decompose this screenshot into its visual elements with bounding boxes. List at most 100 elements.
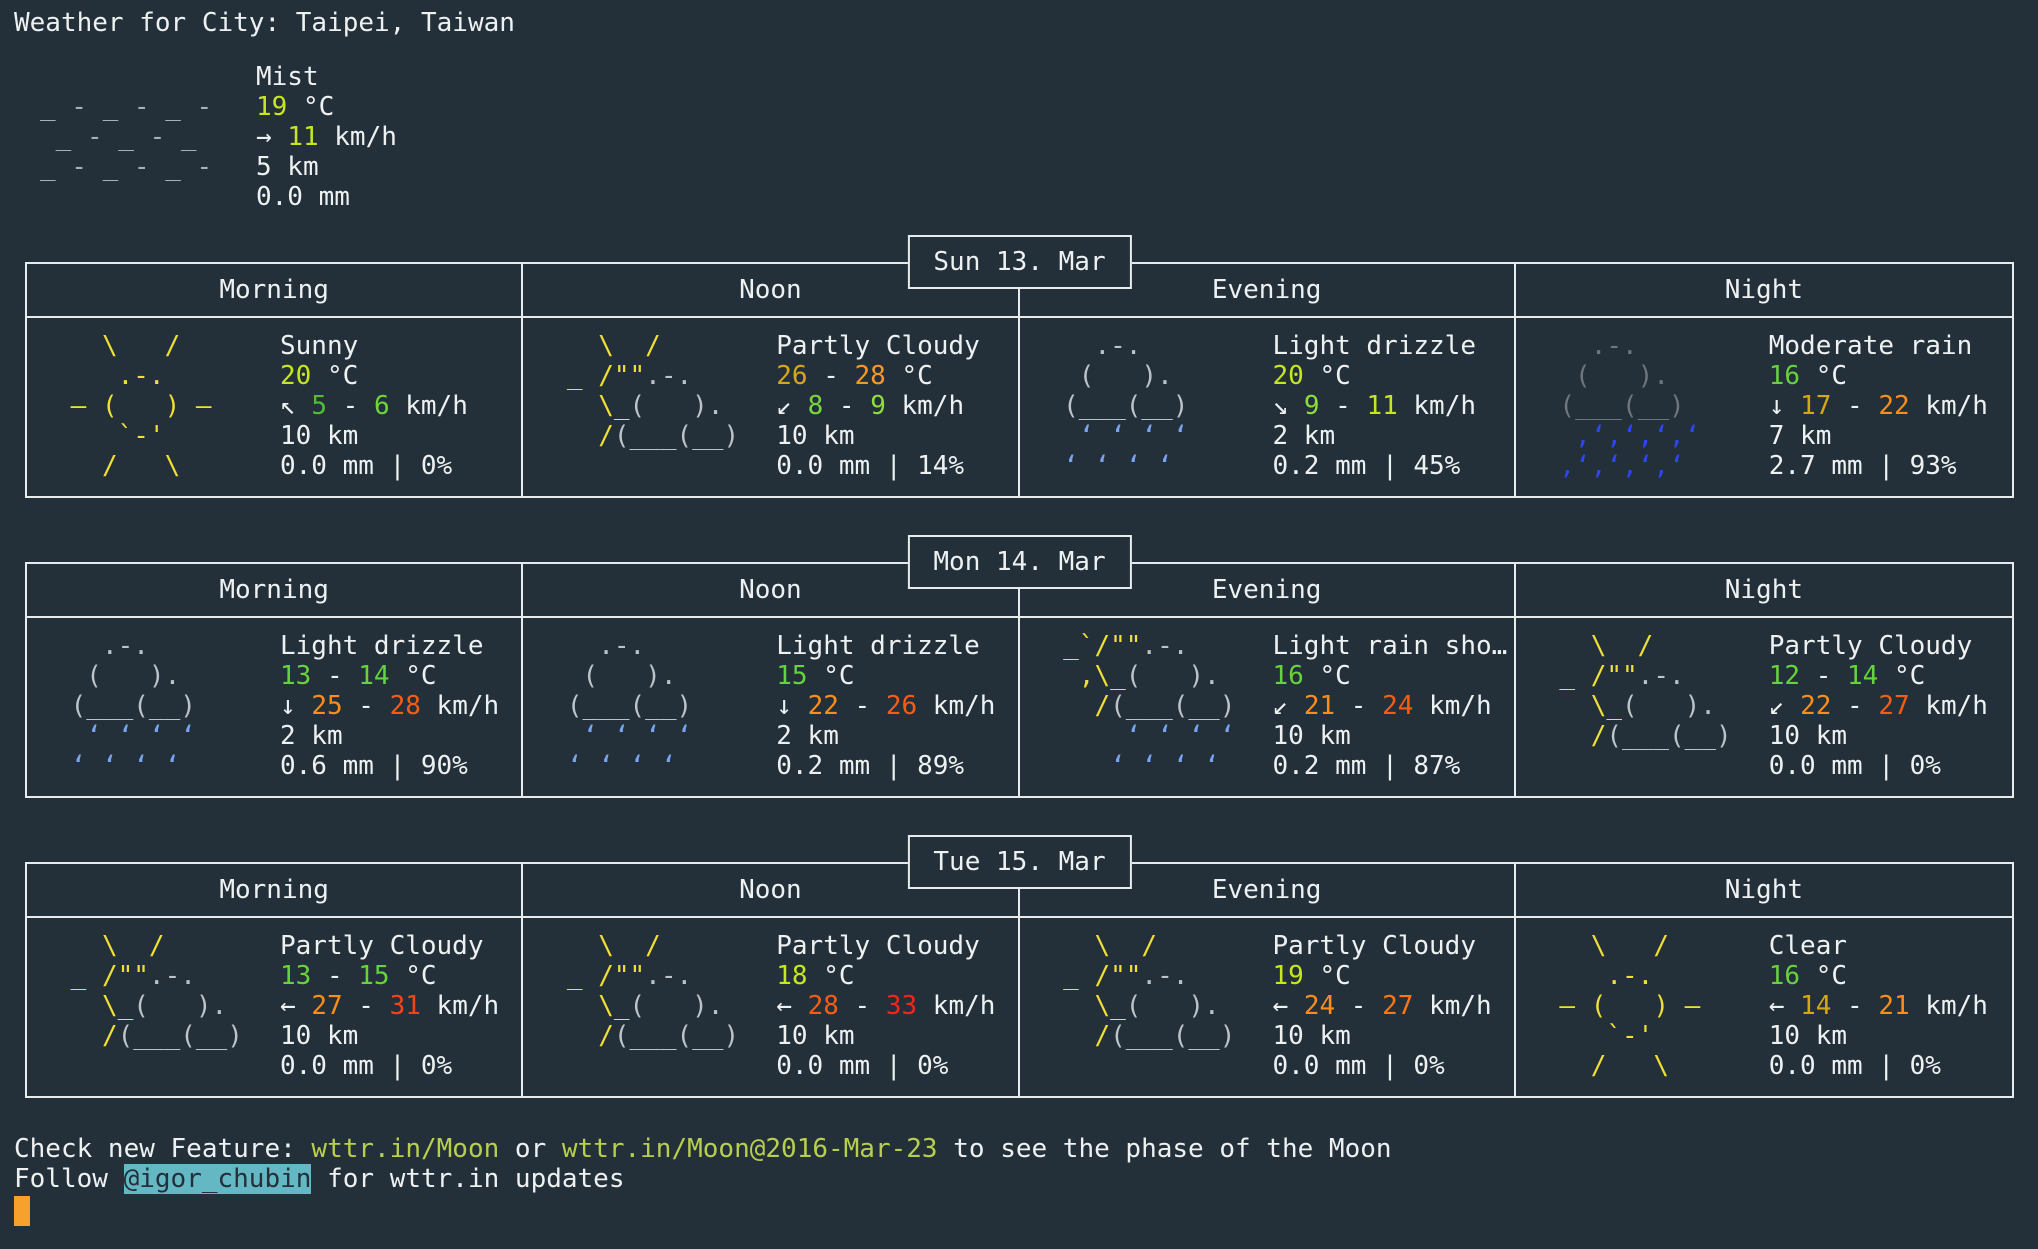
value: 6 [373, 391, 390, 421]
value: 22 [1878, 391, 1910, 421]
visibility: 10 km [776, 421, 855, 451]
value: 15 [776, 661, 808, 691]
current-conditions: _ - _ - _ - _ - _ - _ _ - _ - _ - Mist 19… [40, 62, 2038, 212]
value: 11 [1366, 391, 1398, 421]
twitter-handle[interactable]: @igor_chubin [123, 1164, 312, 1194]
temperature: 19 °C [256, 92, 335, 122]
precipitation: 0.0 mm | 14% [776, 451, 965, 481]
moon-date-link[interactable]: wttr.in/Moon@2016-Mar-23 [562, 1134, 938, 1164]
value: 20 [280, 361, 312, 391]
wind: ← 28 - 33 km/h [776, 991, 996, 1021]
wind: ↙ 21 - 24 km/h [1272, 691, 1492, 721]
value: 27 [311, 991, 343, 1021]
precipitation: 0.0 mm | 0% [280, 1051, 453, 1081]
value: 26 [776, 361, 808, 391]
forecast-table: Morning Noon Evening Night \ / _ /"".-. … [25, 862, 2014, 1098]
weather-cell: \ / _ /"".-. \_( ). /(___(__) Partly Clo… [523, 318, 1020, 496]
column-header-morning: Morning [27, 864, 524, 918]
column-header-night: Night [1515, 864, 2012, 918]
value: 8 [807, 391, 824, 421]
day-header: Tue 15. Mar [907, 835, 1132, 889]
light-rain-shower-icon: _`/"".-. ,\_( ). /(___(__) ‘ ‘ ‘ ‘ ‘ ‘ ‘… [1047, 631, 1236, 781]
value: 15 [358, 961, 390, 991]
wttr-terminal: Weather for City: Taipei, Taiwan _ - _ -… [0, 0, 2038, 1249]
wind: ↓ 22 - 26 km/h [776, 691, 996, 721]
visibility: 7 km [1768, 421, 1832, 451]
weather-cell: .-. ( ). (___(__) ‘ ‘ ‘ ‘ ‘ ‘ ‘ ‘ Light d… [1020, 318, 1516, 496]
condition-label: Mist [256, 62, 319, 92]
value: 27 [1878, 691, 1910, 721]
day-section-mon: Mon 14. Mar Morning Noon Evening Night .… [25, 535, 2014, 798]
visibility: 10 km [1272, 721, 1351, 751]
wind: ↙ 8 - 9 km/h [776, 391, 965, 421]
moon-link[interactable]: wttr.in/Moon [311, 1134, 499, 1164]
precipitation: 0.0 mm | 0% [1768, 1051, 1941, 1081]
weather-cell: \ / .-. ― ( ) ― `-' / \ Sunny 20 °C ↖ 5 - 6… [27, 318, 524, 496]
value: 24 [1382, 691, 1414, 721]
day-label: Tue 15. Mar [933, 847, 1106, 877]
light-drizzle-icon: .-. ( ). (___(__) ‘ ‘ ‘ ‘ ‘ ‘ ‘ ‘ [55, 631, 196, 781]
mist-icon: _ - _ - _ - _ - _ - _ _ - _ - _ - [40, 92, 228, 182]
day-section-tue: Tue 15. Mar Morning Noon Evening Night \… [25, 835, 2014, 1098]
temperature: 16 °C [1768, 961, 1848, 991]
value: 9 [870, 391, 886, 421]
value: 31 [389, 991, 421, 1021]
wind: ← 24 - 27 km/h [1272, 991, 1492, 1021]
condition-label: Light drizzle [280, 631, 484, 661]
weather-cell: .-. ( ). (___(__) ‚‘‚‘‚‘‚‘ ‚‘‚‘‚‘‚‘ Moder… [1516, 318, 2012, 496]
weather-cell: .-. ( ). (___(__) ‘ ‘ ‘ ‘ ‘ ‘ ‘ ‘ Light d… [523, 618, 1020, 796]
day-label: Mon 14. Mar [933, 547, 1106, 577]
value: 5 [311, 391, 327, 421]
footer-text: Follow [14, 1164, 124, 1194]
footer-text: Check new Feature: [14, 1134, 312, 1164]
column-header-morning: Morning [27, 564, 524, 618]
value: 13 [280, 961, 312, 991]
value: 33 [885, 991, 918, 1021]
temperature: 18 °C [776, 961, 855, 991]
light-drizzle-icon: .-. ( ). (___(__) ‘ ‘ ‘ ‘ ‘ ‘ ‘ ‘ [1047, 331, 1189, 481]
condition-label: Partly Cloudy [1768, 631, 1973, 661]
precipitation: 0.2 mm | 89% [776, 751, 965, 781]
precipitation: 0.0 mm | 0% [280, 451, 453, 481]
wind: ↘ 9 - 11 km/h [1272, 391, 1477, 421]
day-label: Sun 13. Mar [933, 247, 1106, 277]
terminal-cursor [14, 1196, 30, 1226]
visibility: 10 km [1768, 1021, 1848, 1051]
precipitation: 0.0 mm | 0% [1768, 751, 1941, 781]
footer: Check new Feature: wttr.in/Moon or wttr.… [14, 1134, 2038, 1194]
temperature: 20 °C [1272, 361, 1351, 391]
value: 12 [1768, 661, 1801, 691]
weather-cell: .-. ( ). (___(__) ‘ ‘ ‘ ‘ ‘ ‘ ‘ ‘ Light d… [27, 618, 524, 796]
visibility: 10 km [280, 421, 359, 451]
visibility: 2 km [280, 721, 343, 751]
day-section-sun: Sun 13. Mar Morning Noon Evening Night \… [25, 235, 2014, 498]
condition-label: Light drizzle [776, 631, 980, 661]
wind: ↓ 25 - 28 km/h [280, 691, 500, 721]
light-drizzle-icon: .-. ( ). (___(__) ‘ ‘ ‘ ‘ ‘ ‘ ‘ ‘ [551, 631, 693, 781]
visibility: 5 km [256, 152, 319, 182]
page-title: Weather for City: Taipei, Taiwan [14, 8, 515, 38]
temperature: 12 - 14 °C [1768, 661, 1926, 691]
value: 26 [885, 691, 918, 721]
partly-cloudy-icon: \ / _ /"".-. \_( ). /(___(__) [551, 331, 740, 451]
visibility: 10 km [776, 1021, 855, 1051]
value: 20 [1272, 361, 1304, 391]
value: 14 [358, 661, 390, 691]
value: 21 [1303, 691, 1336, 721]
value: 14 [1800, 991, 1832, 1021]
value: 19 [256, 92, 288, 122]
value: 11 [287, 122, 319, 152]
temperature: 13 - 15 °C [280, 961, 437, 991]
partly-cloudy-icon: \ / _ /"".-. \_( ). /(___(__) [1543, 631, 1732, 751]
current-readout: Mist 19 °C → 11 km/h 5 km 0.0 mm [256, 62, 397, 212]
value: 25 [311, 691, 343, 721]
value: 17 [1800, 391, 1832, 421]
footer-follow-line: Follow @igor_chubin for wttr.in updates [14, 1164, 2038, 1194]
value: 28 [854, 361, 886, 391]
partly-cloudy-icon: \ / _ /"".-. \_( ). /(___(__) [55, 931, 243, 1051]
visibility: 2 km [776, 721, 839, 751]
column-header-morning: Morning [27, 264, 524, 318]
weather-cell: \ / _ /"".-. \_( ). /(___(__) Partly Clo… [523, 918, 1020, 1096]
visibility: 10 km [1272, 1021, 1351, 1051]
value: 16 [1768, 361, 1801, 391]
